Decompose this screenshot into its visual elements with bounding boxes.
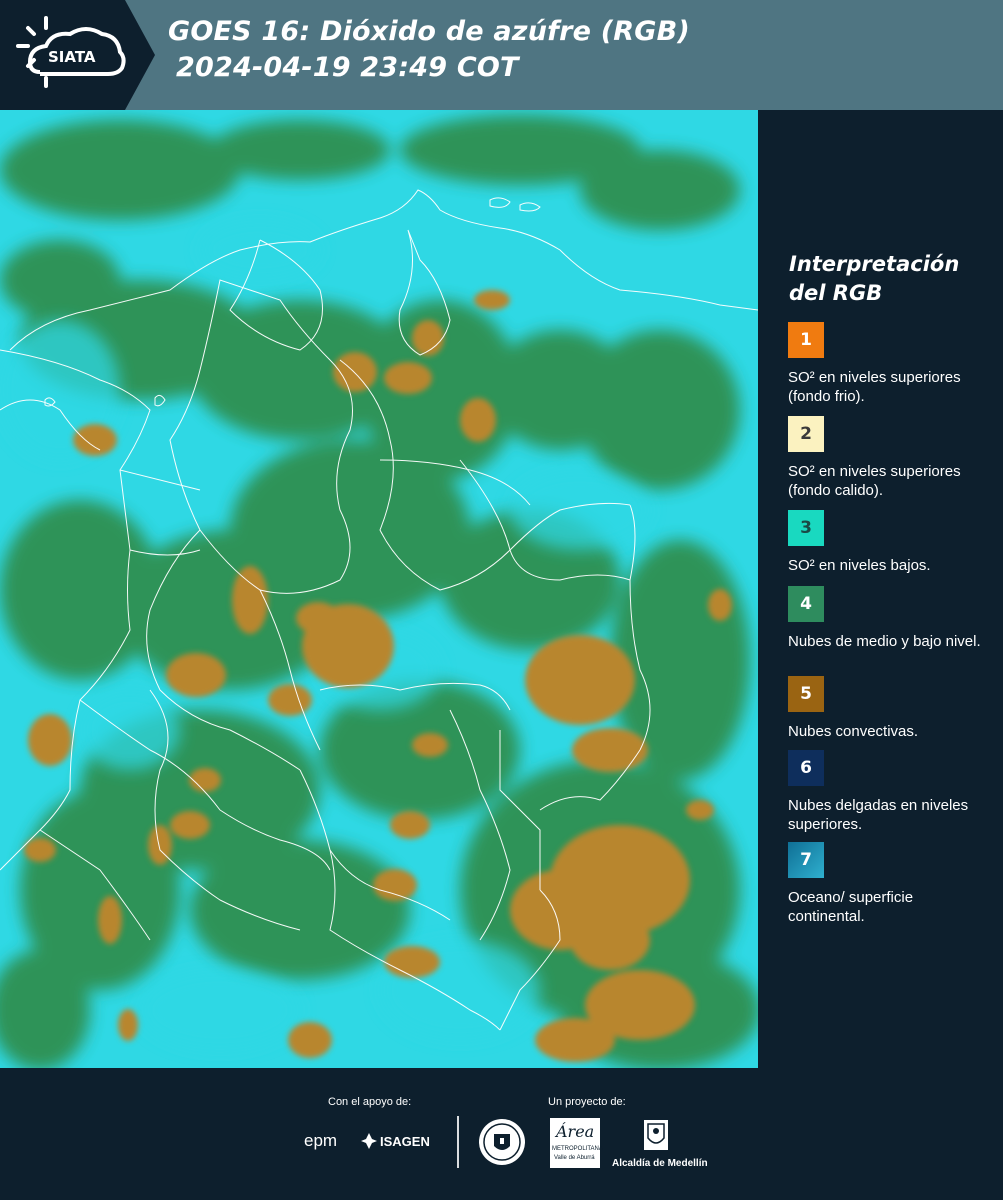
legend-text-6: Nubes delgadas en niveles superiores. [788,797,969,833]
legend-title: Interpretación del RGB [789,252,960,305]
legend-item-5: 5 Nubes convectivas. [788,676,993,741]
title: GOES 16: Dióxido de azúfre (RGB) 2024-04… [168,14,690,86]
legend-text-7: Oceano/ superficie continental. [788,889,914,925]
isagen-logo: ISAGEN [380,1134,430,1149]
legend-text-1: SO² en niveles superiores (fondo frio). [788,369,961,405]
header: SIATA GOES 16: Dióxido de azúfre (RGB) 2… [0,0,1003,110]
legend-text-4: Nubes de medio y bajo nivel. [788,633,981,650]
legend-item-4: 4 Nubes de medio y bajo nivel. [788,586,993,651]
medellin-seal-icon [478,1118,526,1166]
legend-item-7: 7 Oceano/ superficie continental. [788,842,993,926]
area-line2: Valle de Aburrá [554,1155,595,1161]
support-label: Con el apoyo de: [328,1096,412,1108]
legend-swatch-1: 1 [788,322,824,358]
epm-logo: epm [304,1131,338,1150]
product-title: GOES 16: Dióxido de azúfre (RGB) [168,16,690,47]
area-line1: METROPOLITANA [552,1146,603,1152]
alcaldia-text: Alcaldía de Medellín [612,1158,708,1169]
legend-item-6: 6 Nubes delgadas en niveles superiores. [788,750,993,834]
area-script-text: Área [556,1122,595,1141]
legend-item-3: 3 SO² en niveles bajos. [788,510,993,575]
legend-swatch-4: 4 [788,586,824,622]
legend-text-2: SO² en niveles superiores (fondo calido)… [788,463,961,499]
legend-swatch-2: 2 [788,416,824,452]
area-metropolitana-logo: Área METROPOLITANA Valle de Aburrá [550,1118,603,1168]
legend-item-2: 2 SO² en niveles superiores (fondo calid… [788,416,993,500]
project-label: Un proyecto de: [548,1096,626,1108]
satellite-map[interactable] [0,110,758,1068]
footer: Con el apoyo de: Un proyecto de: epm ISA… [0,1068,1003,1200]
siata-logo: SIATA [0,0,155,110]
isagen-icon [360,1132,378,1150]
legend-item-1: 1 SO² en niveles superiores (fondo frio)… [788,322,993,406]
legend-swatch-5: 5 [788,676,824,712]
legend-swatch-7: 7 [788,842,824,878]
siata-logo-text: SIATA [48,48,96,66]
alcaldia-shield-icon [642,1118,670,1152]
legend-swatch-6: 6 [788,750,824,786]
legend-text-3: SO² en niveles bajos. [788,557,931,574]
legend-panel: Interpretación del RGB 1 SO² en niveles … [758,110,1003,1068]
footer-divider [457,1116,459,1168]
timestamp: 2024-04-19 23:49 COT [176,52,519,83]
legend-swatch-3: 3 [788,510,824,546]
legend-text-5: Nubes convectivas. [788,723,919,740]
